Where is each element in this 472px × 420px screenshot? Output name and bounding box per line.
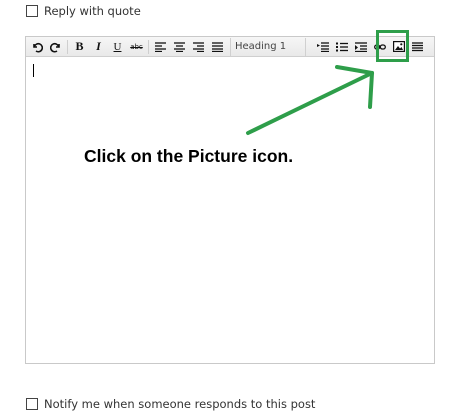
align-right-icon[interactable] (189, 38, 208, 56)
toolbar-separator (148, 39, 149, 54)
bold-button[interactable]: B (70, 38, 89, 56)
underline-button[interactable]: U (108, 38, 127, 56)
text-cursor (33, 64, 34, 77)
reply-with-quote-checkbox[interactable] (26, 5, 38, 17)
justify-icon[interactable] (208, 38, 227, 56)
editor-toolbar: B I U abc Heading 1 (26, 37, 434, 57)
redo-icon[interactable] (46, 38, 65, 56)
toolbar-separator (67, 39, 68, 54)
rich-text-editor[interactable]: B I U abc Heading 1 (25, 36, 435, 364)
picture-icon-highlight (376, 30, 409, 62)
heading-select[interactable]: Heading 1 (230, 37, 306, 56)
more-options-icon[interactable] (408, 38, 427, 56)
undo-icon[interactable] (27, 38, 46, 56)
notify-label: Notify me when someone responds to this … (44, 397, 316, 411)
notify-row[interactable]: Notify me when someone responds to this … (26, 397, 315, 411)
align-center-icon[interactable] (170, 38, 189, 56)
reply-with-quote-label: Reply with quote (44, 4, 141, 18)
align-left-icon[interactable] (151, 38, 170, 56)
instruction-text: Click on the Picture icon. (84, 146, 294, 166)
italic-button[interactable]: I (89, 38, 108, 56)
reply-with-quote-row[interactable]: Reply with quote (26, 4, 141, 18)
strikethrough-button[interactable]: abc (127, 38, 146, 56)
editor-content-area[interactable] (26, 57, 434, 363)
notify-checkbox[interactable] (26, 398, 38, 410)
numbered-list-icon[interactable] (332, 38, 351, 56)
bulleted-list-icon[interactable] (313, 38, 332, 56)
indent-icon[interactable] (351, 38, 370, 56)
